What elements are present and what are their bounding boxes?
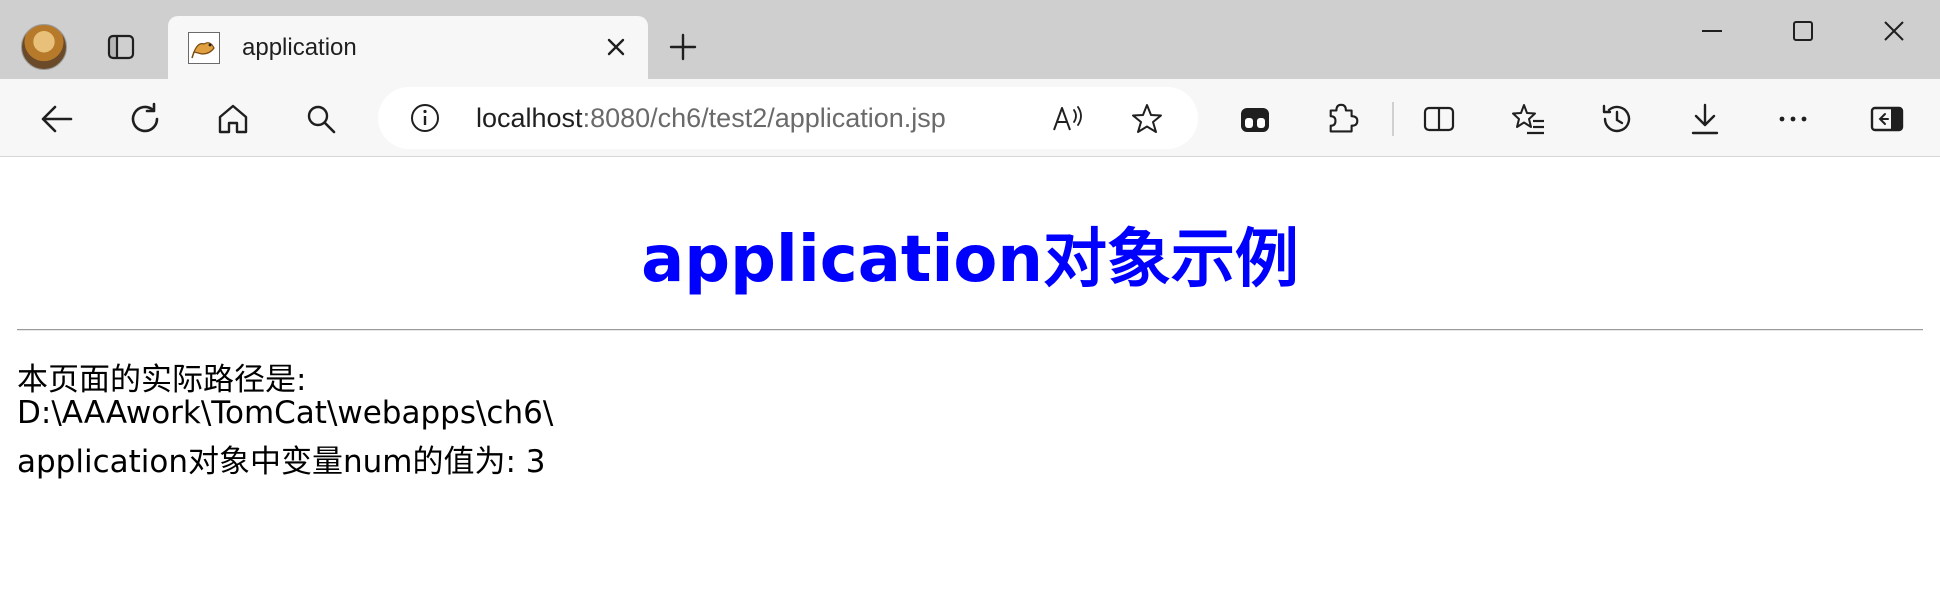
tomcat-favicon	[188, 32, 220, 64]
extensions-icon[interactable]	[1320, 96, 1366, 142]
search-icon[interactable]	[298, 96, 344, 142]
real-path-value: D:\AAAwork\TomCat\webapps\ch6\	[17, 395, 554, 431]
url-path: :8080/ch6/test2/application.jsp	[582, 103, 946, 133]
minimize-icon[interactable]	[1682, 10, 1742, 52]
plus-icon[interactable]	[664, 28, 702, 66]
page-heading: application对象示例	[641, 223, 1299, 297]
page-content: application对象示例 本页面的实际路径是: D:\AAAwork\To…	[0, 158, 1940, 590]
close-icon[interactable]	[600, 31, 632, 63]
toolbar-divider	[1392, 102, 1394, 136]
favorites-icon[interactable]	[1506, 96, 1552, 142]
read-aloud-icon[interactable]	[1050, 101, 1086, 137]
refresh-icon[interactable]	[122, 96, 168, 142]
favorite-star-icon[interactable]	[1128, 100, 1166, 138]
profile-avatar[interactable]	[21, 24, 67, 70]
back-icon[interactable]	[34, 96, 80, 142]
history-icon[interactable]	[1594, 96, 1640, 142]
path-label: 本页面的实际路径是:	[17, 362, 307, 398]
sidebar-icon[interactable]	[1864, 96, 1910, 142]
address-bar[interactable]: localhost:8080/ch6/test2/application.jsp	[378, 87, 1198, 149]
window-close-icon[interactable]	[1864, 10, 1924, 52]
more-icon[interactable]	[1770, 96, 1816, 142]
split-screen-icon[interactable]	[1416, 96, 1462, 142]
num-value-text: application对象中变量num的值为: 3	[17, 444, 546, 480]
tab-actions-icon[interactable]	[100, 26, 142, 68]
url-text[interactable]: localhost:8080/ch6/test2/application.jsp	[476, 103, 946, 134]
title-bar: application	[0, 0, 1940, 79]
browser-toolbar: localhost:8080/ch6/test2/application.jsp	[0, 79, 1940, 157]
tab-title: application	[242, 34, 357, 61]
info-icon[interactable]	[408, 101, 442, 135]
maximize-icon[interactable]	[1773, 10, 1833, 52]
copilot-icon[interactable]	[1232, 96, 1278, 142]
horizontal-rule	[17, 329, 1923, 331]
download-icon[interactable]	[1682, 96, 1728, 142]
home-icon[interactable]	[210, 96, 256, 142]
url-host: localhost	[476, 103, 583, 133]
tab-application[interactable]: application	[168, 16, 648, 79]
